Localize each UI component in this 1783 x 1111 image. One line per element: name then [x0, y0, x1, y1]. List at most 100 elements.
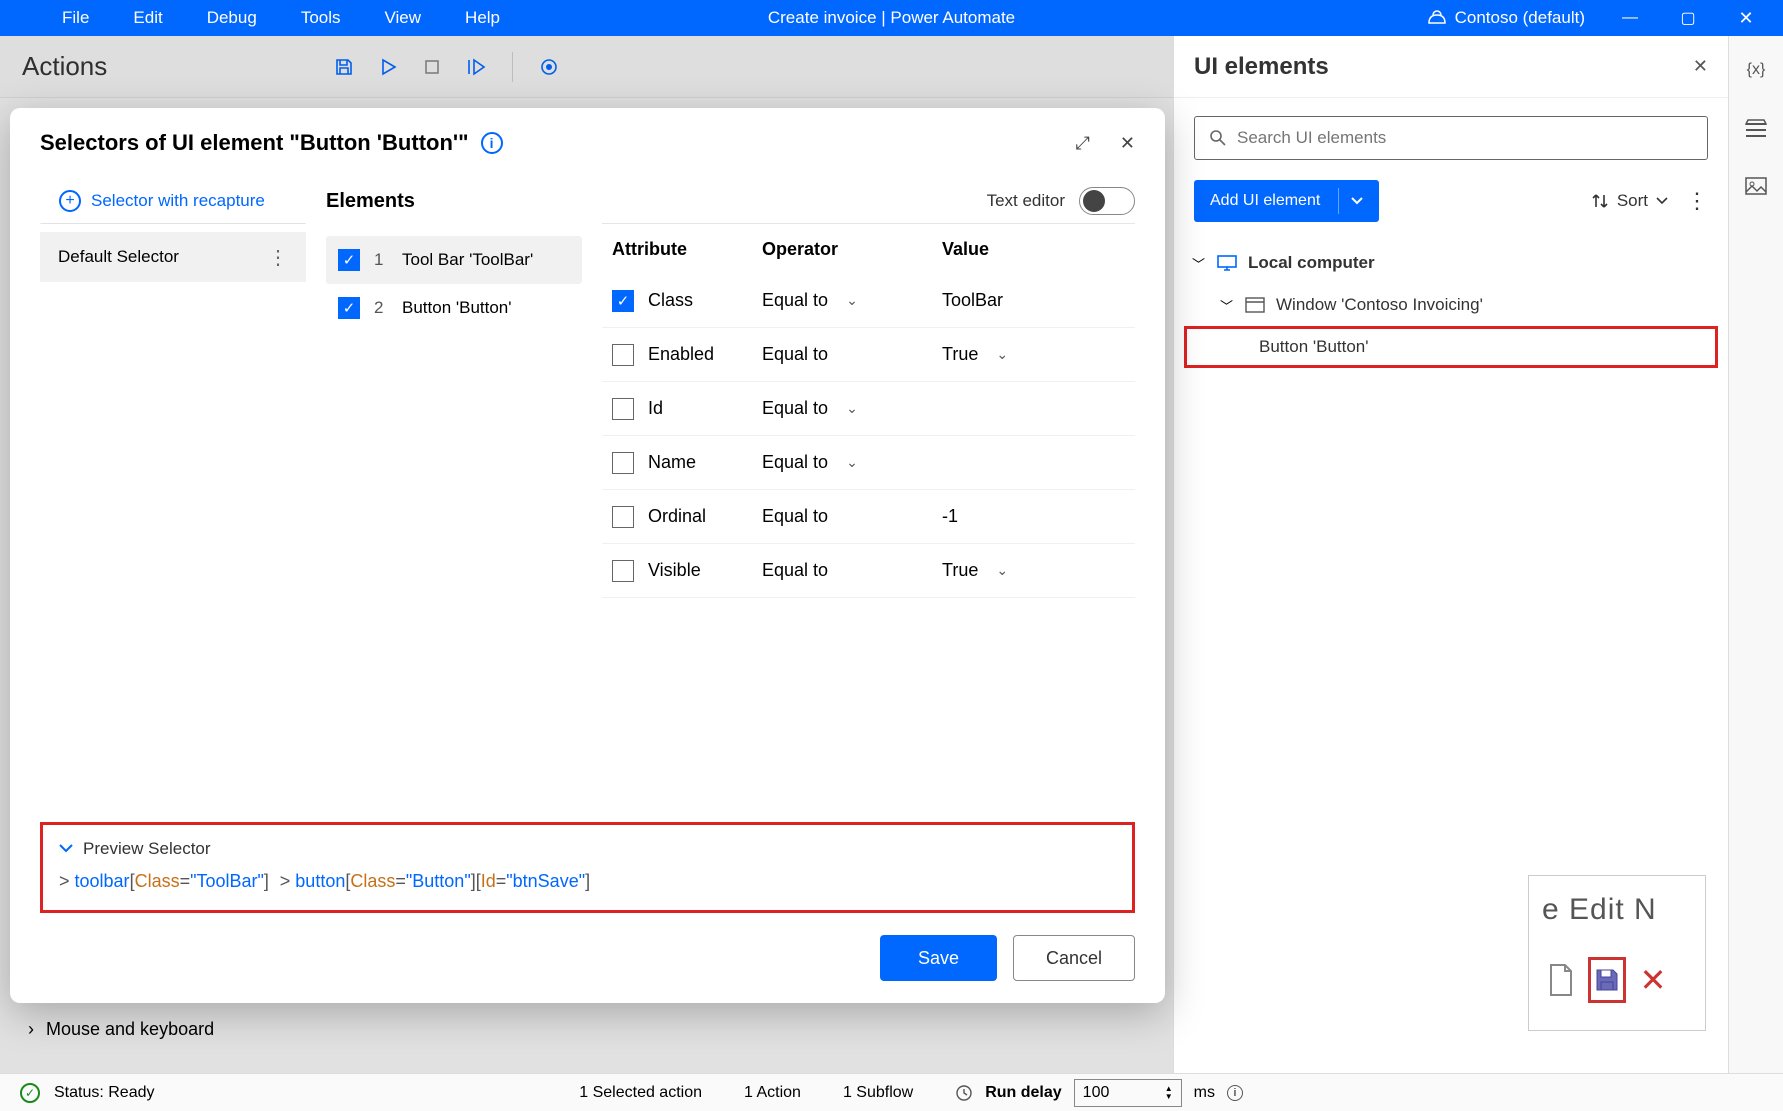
preview-selector-toggle[interactable]: Preview Selector: [59, 839, 1116, 859]
maximize-button[interactable]: ▢: [1663, 0, 1713, 36]
status-bar: ✓ Status: Ready 1 Selected action 1 Acti…: [0, 1073, 1783, 1111]
selector-item-default[interactable]: Default Selector ⋮: [40, 232, 306, 282]
operator-select[interactable]: Equal to: [762, 506, 828, 527]
images-rail-button[interactable]: [1742, 172, 1770, 200]
preview-label: Preview Selector: [83, 839, 211, 859]
stop-button[interactable]: [410, 46, 454, 88]
step-button[interactable]: [454, 46, 498, 88]
cancel-button[interactable]: Cancel: [1013, 935, 1135, 981]
element-row-2[interactable]: 2 Button 'Button': [326, 284, 582, 332]
tree-label: Window 'Contoso Invoicing': [1276, 295, 1483, 315]
selector-item-more[interactable]: ⋮: [268, 245, 288, 270]
tree-node-computer[interactable]: ﹀ Local computer: [1184, 242, 1718, 284]
file-icon: [1542, 957, 1580, 1003]
close-window-button[interactable]: ✕: [1721, 0, 1771, 36]
attr-value[interactable]: True: [942, 344, 978, 365]
ms-label: ms: [1194, 1084, 1215, 1102]
attr-checkbox[interactable]: [612, 344, 634, 366]
dialog-title: Selectors of UI element "Button 'Button'…: [40, 130, 469, 156]
attribute-header: Attribute Operator Value: [602, 224, 1135, 274]
run-button[interactable]: [366, 46, 410, 88]
menu-tools[interactable]: Tools: [279, 8, 363, 28]
attr-row-ordinal: Ordinal Equal to -1: [602, 490, 1135, 544]
info-icon[interactable]: i: [1227, 1085, 1243, 1101]
sort-button[interactable]: Sort: [1591, 191, 1668, 211]
save-flow-button[interactable]: [322, 46, 366, 88]
chevron-right-icon: ›: [28, 1019, 34, 1040]
menu-view[interactable]: View: [363, 8, 444, 28]
sort-icon: [1591, 192, 1609, 210]
plus-circle-icon: +: [59, 190, 81, 212]
operator-select[interactable]: Equal to: [762, 344, 828, 365]
ui-element-tree: ﹀ Local computer ﹀ Window 'Contoso Invoi…: [1174, 242, 1728, 368]
text-editor-toggle[interactable]: [1079, 187, 1135, 215]
attr-value[interactable]: True: [942, 560, 978, 581]
chevron-down-icon: ⌄: [846, 292, 858, 309]
attr-checkbox[interactable]: [612, 290, 634, 312]
add-ui-element-button[interactable]: Add UI element: [1194, 180, 1379, 222]
new-selector-button[interactable]: + Selector with recapture: [40, 178, 306, 224]
add-ui-element-label: Add UI element: [1210, 192, 1320, 210]
record-button[interactable]: [527, 46, 571, 88]
menu-debug[interactable]: Debug: [185, 8, 279, 28]
text-editor-label: Text editor: [987, 191, 1065, 211]
operator-select[interactable]: Equal to: [762, 398, 828, 419]
menu-edit[interactable]: Edit: [111, 8, 184, 28]
search-icon: [1209, 129, 1227, 147]
info-icon[interactable]: i: [481, 132, 503, 154]
panel-close-button[interactable]: ✕: [1693, 56, 1708, 77]
expand-dialog-button[interactable]: ⤢: [1076, 133, 1090, 154]
run-delay-input[interactable]: 100 ▲▼: [1074, 1079, 1182, 1107]
variables-rail-button[interactable]: {x}: [1742, 56, 1770, 84]
right-rail: {x}: [1728, 36, 1783, 1073]
attr-name: Visible: [648, 560, 701, 581]
attr-value[interactable]: -1: [942, 506, 958, 527]
element-thumbnail: e Edit N ✕: [1528, 875, 1706, 1031]
accordion-mouse-keyboard[interactable]: › Mouse and keyboard: [10, 1006, 290, 1052]
operator-select[interactable]: Equal to: [762, 452, 828, 473]
expand-icon: ﹀: [1220, 296, 1234, 315]
sort-label: Sort: [1617, 191, 1648, 211]
tree-label: Local computer: [1248, 253, 1375, 273]
subflow-count: 1 Subflow: [843, 1084, 913, 1102]
search-input[interactable]: [1237, 128, 1693, 148]
element-index: 2: [374, 298, 388, 318]
status-text: Status: Ready: [54, 1084, 155, 1102]
col-operator: Operator: [762, 239, 942, 260]
spinner-buttons[interactable]: ▲▼: [1165, 1085, 1173, 1101]
add-ui-element-split[interactable]: [1338, 188, 1363, 214]
attr-value[interactable]: ToolBar: [942, 290, 1003, 311]
menu-help[interactable]: Help: [443, 8, 522, 28]
save-button[interactable]: Save: [880, 935, 997, 981]
attr-checkbox[interactable]: [612, 560, 634, 582]
element-row-1[interactable]: 1 Tool Bar 'ToolBar': [326, 236, 582, 284]
window-icon: [1244, 296, 1266, 314]
status-ok-icon: ✓: [20, 1083, 40, 1103]
operator-select[interactable]: Equal to: [762, 290, 828, 311]
expand-icon: ﹀: [1192, 254, 1206, 273]
tree-node-button-selected[interactable]: Button 'Button': [1184, 326, 1718, 368]
environment-icon: [1427, 9, 1447, 27]
preview-selector-box: Preview Selector > toolbar[Class="ToolBa…: [40, 822, 1135, 913]
more-options-button[interactable]: ⋮: [1686, 188, 1708, 214]
attr-checkbox[interactable]: [612, 398, 634, 420]
attr-checkbox[interactable]: [612, 452, 634, 474]
attr-name: Ordinal: [648, 506, 706, 527]
menu-file[interactable]: File: [40, 8, 111, 28]
action-count: 1 Action: [744, 1084, 801, 1102]
close-dialog-button[interactable]: ✕: [1120, 133, 1135, 154]
operator-select[interactable]: Equal to: [762, 560, 828, 581]
ui-elements-rail-button[interactable]: [1742, 114, 1770, 142]
run-delay-label: Run delay: [985, 1084, 1061, 1102]
element-checkbox[interactable]: [338, 297, 360, 319]
tree-node-window[interactable]: ﹀ Window 'Contoso Invoicing': [1184, 284, 1718, 326]
chevron-down-icon: ⌄: [846, 454, 858, 471]
divider: [512, 52, 513, 82]
minimize-button[interactable]: —: [1605, 0, 1655, 36]
environment-picker[interactable]: Contoso (default): [1415, 8, 1597, 28]
search-ui-elements[interactable]: [1194, 116, 1708, 160]
attr-row-enabled: Enabled Equal to True⌄: [602, 328, 1135, 382]
element-checkbox[interactable]: [338, 249, 360, 271]
attr-checkbox[interactable]: [612, 506, 634, 528]
save-icon: [334, 57, 354, 77]
